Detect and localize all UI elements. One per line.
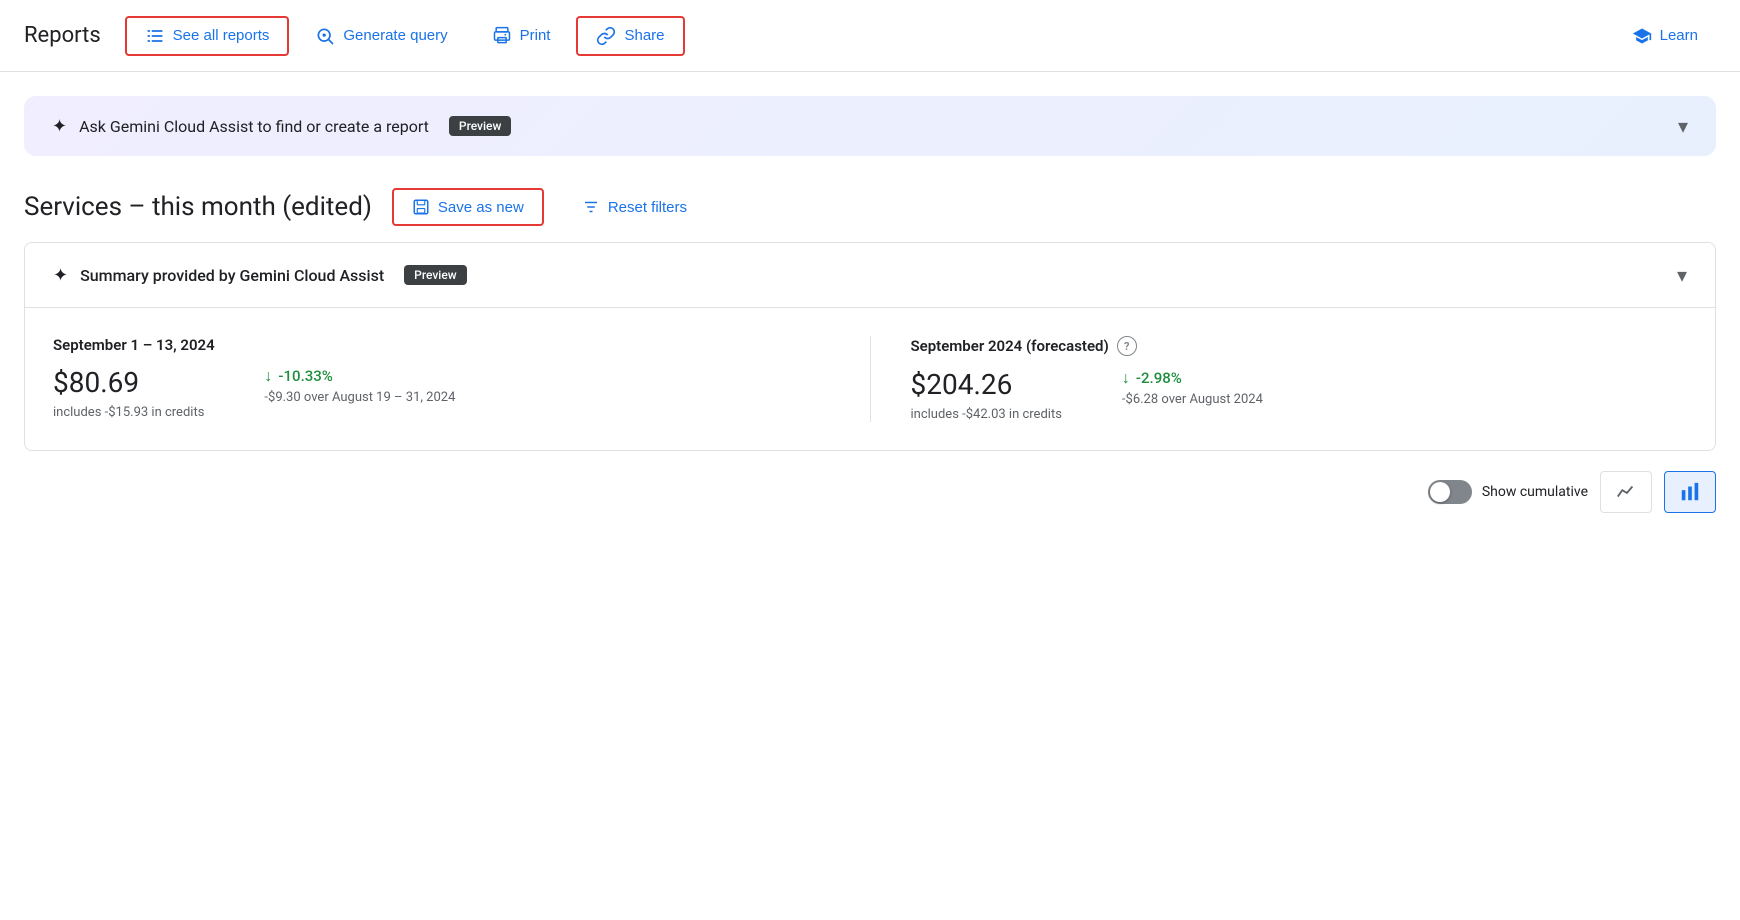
print-icon bbox=[492, 26, 512, 46]
report-title: Services – this month (edited) bbox=[24, 192, 372, 222]
summary-change-detail-1: -$9.30 over August 19 – 31, 2024 bbox=[264, 390, 455, 405]
summary-credits-1: includes -$15.93 in credits bbox=[53, 405, 204, 420]
summary-col-1: September 1 – 13, 2024 $80.69 includes -… bbox=[53, 336, 870, 422]
page-title: Reports bbox=[24, 23, 101, 48]
sparkle-icon-2: ✦ bbox=[53, 265, 68, 286]
line-chart-icon bbox=[1615, 481, 1637, 503]
summary-chevron-icon: ▾ bbox=[1677, 263, 1687, 287]
reset-filters-label: Reset filters bbox=[608, 199, 687, 216]
summary-card-header[interactable]: ✦ Summary provided by Gemini Cloud Assis… bbox=[25, 243, 1715, 307]
line-chart-button[interactable] bbox=[1600, 471, 1652, 513]
bottom-controls: Show cumulative bbox=[0, 451, 1740, 533]
print-label: Print bbox=[520, 27, 551, 44]
show-cumulative-label: Show cumulative bbox=[1482, 484, 1588, 500]
summary-col1-right: ↓ -10.33% -$9.30 over August 19 – 31, 20… bbox=[264, 366, 455, 405]
save-icon bbox=[412, 198, 430, 216]
summary-preview-badge: Preview bbox=[404, 265, 467, 285]
arrow-down-icon-2: ↓ bbox=[1122, 368, 1130, 388]
summary-change-pct-1: -10.33% bbox=[278, 367, 332, 385]
learn-button[interactable]: Learn bbox=[1614, 18, 1716, 54]
generate-query-label: Generate query bbox=[343, 27, 447, 44]
gemini-preview-badge: Preview bbox=[449, 116, 512, 136]
info-icon[interactable]: ? bbox=[1117, 336, 1137, 356]
summary-credits-2: includes -$42.03 in credits bbox=[911, 407, 1062, 422]
report-header: Services – this month (edited) Save as n… bbox=[0, 156, 1740, 242]
query-icon bbox=[315, 26, 335, 46]
summary-col-2: September 2024 (forecasted) ? $204.26 in… bbox=[870, 336, 1688, 422]
show-cumulative-control: Show cumulative bbox=[1428, 480, 1588, 504]
gemini-banner-left: ✦ Ask Gemini Cloud Assist to find or cre… bbox=[52, 116, 511, 137]
learn-label: Learn bbox=[1660, 27, 1698, 44]
print-button[interactable]: Print bbox=[474, 18, 569, 54]
share-label: Share bbox=[624, 27, 664, 44]
summary-change-detail-2: -$6.28 over August 2024 bbox=[1122, 392, 1263, 407]
chevron-down-icon: ▾ bbox=[1678, 114, 1688, 138]
save-as-new-button[interactable]: Save as new bbox=[392, 188, 544, 226]
summary-period-1: September 1 – 13, 2024 bbox=[53, 336, 830, 354]
sparkle-icon: ✦ bbox=[52, 116, 67, 137]
summary-period-1-text: September 1 – 13, 2024 bbox=[53, 336, 215, 354]
bar-chart-button[interactable] bbox=[1664, 471, 1716, 513]
summary-amount-1: $80.69 bbox=[53, 366, 204, 399]
show-cumulative-toggle[interactable] bbox=[1428, 480, 1472, 504]
see-all-reports-button[interactable]: See all reports bbox=[125, 16, 290, 56]
summary-col1-left: $80.69 includes -$15.93 in credits bbox=[53, 366, 204, 420]
gemini-banner-text: Ask Gemini Cloud Assist to find or creat… bbox=[79, 117, 429, 136]
share-icon bbox=[596, 26, 616, 46]
summary-card-header-left: ✦ Summary provided by Gemini Cloud Assis… bbox=[53, 265, 467, 286]
bar-chart-icon bbox=[1679, 481, 1701, 503]
see-all-reports-label: See all reports bbox=[173, 27, 270, 44]
learn-icon bbox=[1632, 26, 1652, 46]
generate-query-button[interactable]: Generate query bbox=[297, 18, 465, 54]
summary-change-pct-2: -2.98% bbox=[1136, 369, 1182, 387]
arrow-down-icon-1: ↓ bbox=[264, 366, 272, 386]
summary-period-2-text: September 2024 (forecasted) bbox=[911, 337, 1109, 355]
summary-change-2: ↓ -2.98% bbox=[1122, 368, 1263, 388]
filter-icon bbox=[582, 198, 600, 216]
reset-filters-button[interactable]: Reset filters bbox=[564, 190, 705, 224]
toggle-thumb bbox=[1430, 482, 1450, 502]
summary-col2-right: ↓ -2.98% -$6.28 over August 2024 bbox=[1122, 368, 1263, 407]
summary-period-2: September 2024 (forecasted) ? bbox=[911, 336, 1688, 356]
top-nav: Reports See all reports Generate query P… bbox=[0, 0, 1740, 72]
summary-card-title: Summary provided by Gemini Cloud Assist bbox=[80, 266, 384, 285]
summary-amount-2: $204.26 bbox=[911, 368, 1062, 401]
summary-change-1: ↓ -10.33% bbox=[264, 366, 455, 386]
summary-card: ✦ Summary provided by Gemini Cloud Assis… bbox=[24, 242, 1716, 451]
gemini-banner[interactable]: ✦ Ask Gemini Cloud Assist to find or cre… bbox=[24, 96, 1716, 156]
list-icon bbox=[145, 26, 165, 46]
share-button[interactable]: Share bbox=[576, 16, 684, 56]
summary-card-body: September 1 – 13, 2024 $80.69 includes -… bbox=[25, 308, 1715, 450]
save-as-new-label: Save as new bbox=[438, 199, 524, 216]
summary-col2-left: $204.26 includes -$42.03 in credits bbox=[911, 368, 1062, 422]
